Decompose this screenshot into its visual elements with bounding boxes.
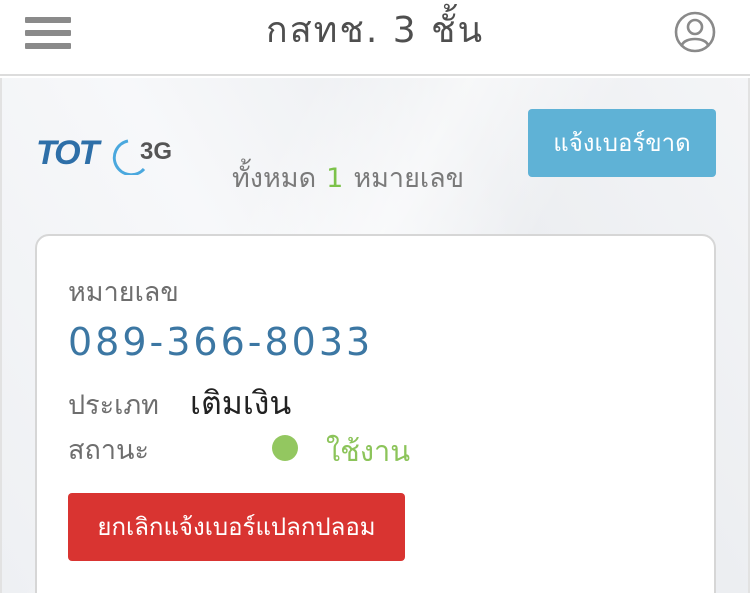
logo-suffix: 3G <box>140 138 172 165</box>
user-profile-icon[interactable] <box>674 11 716 53</box>
cancel-report-button[interactable]: ยกเลิกแจ้งเบอร์แปลกปลอม <box>68 493 405 561</box>
count-value: 1 <box>326 163 344 194</box>
status-indicator-icon <box>272 435 298 461</box>
type-label: ประเภท <box>68 390 159 421</box>
tot-3g-logo: TOT 3G <box>36 134 172 175</box>
top-bar: กสทช. 3 ชั้น <box>0 0 750 76</box>
number-count-summary: ทั้งหมด 1 หมายเลข <box>232 156 464 199</box>
count-prefix: ทั้งหมด <box>232 163 317 194</box>
page-title: กสทช. 3 ชั้น <box>265 10 485 51</box>
report-missing-number-button[interactable]: แจ้งเบอร์ขาด <box>528 109 716 177</box>
count-suffix: หมายเลข <box>353 163 465 194</box>
type-value: เติมเงิน <box>190 384 292 422</box>
logo-text: TOT <box>36 134 103 172</box>
status-label: สถานะ <box>68 435 149 466</box>
number-label: หมายเลข <box>68 277 179 308</box>
phone-number: 089-366-8033 <box>68 320 374 364</box>
status-value: ใช้งาน <box>326 434 411 468</box>
